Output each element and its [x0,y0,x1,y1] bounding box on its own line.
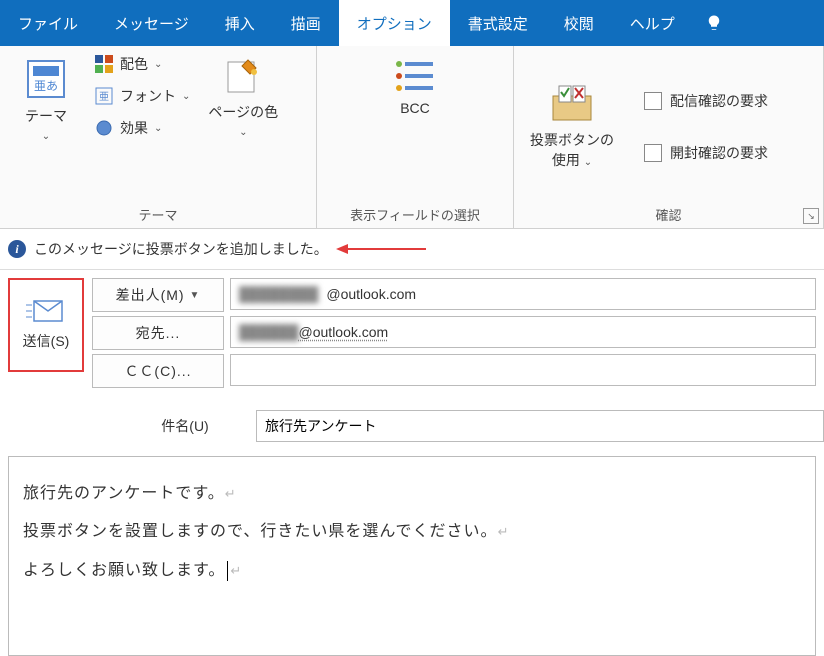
info-bar: i このメッセージに投票ボタンを追加しました。 [0,229,824,270]
effects-icon [94,118,114,138]
ribbon-content: 亜あ テーマ ⌄ 配色 ⌄ 亜 フォント ⌄ [0,46,824,229]
paragraph-mark-icon: ↵ [230,563,242,578]
tab-review[interactable]: 校閲 [546,0,612,46]
colors-icon [94,54,114,74]
from-label: 差出人(M) [116,285,185,305]
delivery-receipt-label: 配信確認の要求 [670,91,768,111]
paragraph-mark-icon: ↵ [498,524,510,539]
info-icon: i [8,240,26,258]
theme-label: テーマ [25,108,67,124]
group-show-fields-label: 表示フィールドの選択 [325,201,505,226]
page-color-button[interactable]: ページの色 ⌄ [200,52,286,144]
colors-label: 配色 [120,54,148,74]
chevron-down-icon: ⌄ [42,131,50,142]
annotation-arrow [336,243,426,255]
chevron-down-icon: ⌄ [239,127,247,138]
group-tracking: 投票ボタンの 使用 ⌄ 配信確認の要求 開封確認の要求 確認 ↘ [514,46,824,228]
compose-header: 送信(S) 差出人(M) ▼ ████████@outlook.com 宛先..… [0,270,824,396]
tab-message[interactable]: メッセージ [96,0,207,46]
tab-help[interactable]: ヘルプ [612,0,693,46]
text-cursor [227,561,228,581]
tab-file[interactable]: ファイル [0,0,96,46]
fonts-icon: 亜 [94,86,114,106]
to-button[interactable]: 宛先... [92,316,224,350]
bcc-button[interactable]: BCC [377,52,453,122]
send-label: 送信(S) [23,331,70,351]
tab-format[interactable]: 書式設定 [450,0,546,46]
body-line-3: よろしくお願い致します。 [23,562,225,579]
tab-draw[interactable]: 描画 [273,0,339,46]
read-receipt-checkbox[interactable]: 開封確認の要求 [642,139,770,167]
cc-field[interactable] [230,354,816,386]
fonts-button[interactable]: 亜 フォント ⌄ [90,84,194,108]
body-line-1: 旅行先のアンケートです。 [23,485,225,502]
chevron-down-icon: ▼ [189,290,200,301]
effects-button[interactable]: 効果 ⌄ [90,116,194,140]
body-line-2: 投票ボタンを設置しますので、行きたい県を選んでください。 [23,523,498,540]
effects-label: 効果 [120,118,148,138]
checkbox-icon [644,92,662,110]
theme-button[interactable]: 亜あ テーマ ⌄ [8,52,84,148]
read-receipt-label: 開封確認の要求 [670,143,768,163]
subject-row: 件名(U) [120,410,824,442]
group-show-fields: BCC 表示フィールドの選択 [317,46,514,228]
theme-icon: 亜あ [25,58,67,100]
to-field[interactable]: ██████@outlook.com [230,316,816,348]
delivery-receipt-checkbox[interactable]: 配信確認の要求 [642,87,770,115]
chevron-down-icon: ⌄ [584,157,592,168]
subject-input[interactable] [256,410,824,442]
from-value: ████████@outlook.com [230,278,816,310]
group-tracking-label: 確認 [522,201,815,226]
use-voting-button[interactable]: 投票ボタンの 使用 ⌄ [522,78,622,176]
cc-button[interactable]: ＣＣ(C)... [92,354,224,388]
send-button[interactable]: 送信(S) [8,278,84,372]
tab-insert[interactable]: 挿入 [207,0,273,46]
paragraph-mark-icon: ↵ [225,486,237,501]
svg-text:亜あ: 亜あ [34,79,58,93]
tell-me-icon[interactable] [693,0,729,46]
svg-text:亜: 亜 [99,92,109,103]
use-voting-label: 投票ボタンの 使用 [530,132,614,168]
voting-icon [551,84,593,124]
chevron-down-icon: ⌄ [154,59,162,70]
page-color-label: ページの色 [208,104,278,120]
group-theme-label: テーマ [8,201,308,226]
bcc-label: BCC [400,100,430,116]
from-button[interactable]: 差出人(M) ▼ [92,278,224,312]
subject-label: 件名(U) [120,410,250,442]
dialog-launcher[interactable]: ↘ [803,208,819,224]
ribbon-tabs: ファイル メッセージ 挿入 描画 オプション 書式設定 校閲 ヘルプ [0,0,824,46]
tab-options[interactable]: オプション [339,0,450,46]
checkbox-icon [644,144,662,162]
fonts-label: フォント [120,86,176,106]
page-color-icon [224,58,262,96]
info-text: このメッセージに投票ボタンを追加しました。 [34,239,328,259]
send-icon [26,299,66,323]
colors-button[interactable]: 配色 ⌄ [90,52,194,76]
bcc-icon [393,58,437,94]
group-theme: 亜あ テーマ ⌄ 配色 ⌄ 亜 フォント ⌄ [0,46,317,228]
chevron-down-icon: ⌄ [182,91,190,102]
chevron-down-icon: ⌄ [154,123,162,134]
message-body[interactable]: 旅行先のアンケートです。↵ 投票ボタンを設置しますので、行きたい県を選んでくださ… [8,456,816,656]
